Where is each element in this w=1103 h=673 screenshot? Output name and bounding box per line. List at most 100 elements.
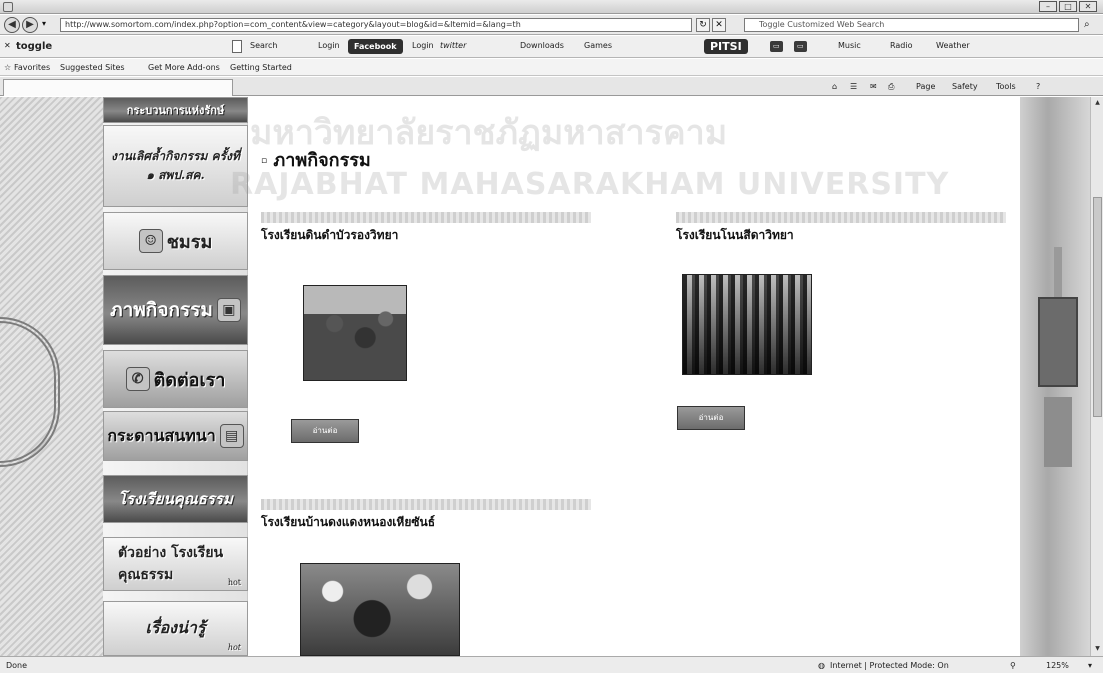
- games-menu[interactable]: Games: [584, 41, 612, 50]
- toolbar-search-dropdown[interactable]: [232, 40, 242, 53]
- article-meta: [261, 212, 591, 223]
- toolbar-pill-1[interactable]: ▭: [770, 41, 783, 52]
- weather-menu[interactable]: Weather: [936, 41, 970, 50]
- page-title: ▫ ภาพกิจกรรม: [261, 145, 371, 174]
- sidebar-item-contact[interactable]: ✆ ติดต่อเรา: [103, 350, 248, 408]
- page-title-text: ภาพกิจกรรม: [273, 150, 371, 171]
- stop-icon[interactable]: ✕: [712, 18, 726, 32]
- toggle-menu[interactable]: toggle: [16, 41, 52, 52]
- article-card: โรงเรียนดินดำบัวรองวิทยา: [261, 212, 591, 245]
- toolbar-close-icon[interactable]: ✕: [4, 41, 11, 50]
- temple-spire-graphic: [1054, 247, 1062, 297]
- mail-icon[interactable]: ✉: [870, 82, 877, 91]
- search-magnifier-icon[interactable]: ⌕: [1084, 19, 1090, 30]
- sidebar-item-moral-school[interactable]: โรงเรียนคุณธรรม: [103, 475, 248, 523]
- refresh-icon[interactable]: ↻: [696, 18, 710, 32]
- forward-arrow-icon[interactable]: ▶: [22, 17, 38, 33]
- sidebar-item-process[interactable]: กระบวนการแห่งรักษ์: [103, 97, 248, 123]
- active-tab[interactable]: [3, 79, 233, 96]
- article-title[interactable]: โรงเรียนดินดำบัวรองวิทยา: [261, 226, 591, 245]
- history-dropdown-icon[interactable]: ▾: [42, 19, 46, 28]
- radio-menu[interactable]: Radio: [890, 41, 912, 50]
- back-arrow-icon[interactable]: ◀: [4, 17, 20, 33]
- security-zone[interactable]: Internet | Protected Mode: On: [830, 661, 949, 670]
- read-more-button[interactable]: อ่านต่อ: [677, 406, 745, 430]
- downloads-menu[interactable]: Downloads: [520, 41, 564, 50]
- sidebar-item-example-school[interactable]: ตัวอย่าง โรงเรียนคุณธรรม hot: [103, 537, 248, 591]
- page-menu[interactable]: Page: [916, 82, 935, 91]
- sidebar-item-knowledge[interactable]: เรื่องน่ารู้ hot: [103, 601, 248, 656]
- main-content: ▫ ภาพกิจกรรม โรงเรียนดินดำบัวรองวิทยา อ่…: [249, 97, 1020, 656]
- article-card: โรงเรียนโนนสีดาวิทยา: [676, 212, 1006, 245]
- suggested-sites-link[interactable]: Suggested Sites: [60, 63, 125, 72]
- article-meta: [676, 212, 1006, 223]
- minimize-button[interactable]: –: [1039, 1, 1057, 12]
- sidebar-item-label: งานเลิศล้ำกิจกรรม ครั้งที่ ๑ สพป.สค.: [111, 149, 240, 182]
- facebook-button[interactable]: Facebook: [348, 39, 403, 54]
- maximize-button[interactable]: □: [1059, 1, 1077, 12]
- article-photo[interactable]: [682, 274, 812, 375]
- article-card: โรงเรียนบ้านดงแดงหนองเหียซันธ์: [261, 499, 591, 532]
- article-meta: [261, 499, 591, 510]
- favorites-star-icon[interactable]: ☆: [4, 63, 11, 72]
- tab-bar: ⌂ ☰ ✉ ⎙ Page Safety Tools ?: [0, 77, 1103, 96]
- sidebar-item-label: กระบวนการแห่งรักษ์: [126, 104, 225, 117]
- toolbar-pill-2[interactable]: ▭: [794, 41, 807, 52]
- toolbar-search-button[interactable]: Search: [250, 41, 277, 50]
- pitsi-button[interactable]: PITSI: [704, 39, 748, 54]
- right-decorative-border: [1020, 97, 1090, 656]
- left-decorative-border: [0, 97, 103, 656]
- temple-graphic: [1038, 297, 1078, 387]
- vertical-scrollbar[interactable]: ▲ ▼: [1090, 97, 1103, 656]
- hot-badge: hot: [227, 578, 241, 587]
- ornament-graphic: [0, 317, 60, 467]
- toggle-toolbar: ✕ toggle Search Login Facebook Login twi…: [0, 36, 1103, 58]
- sidebar-item-webboard[interactable]: กระดานสนทนา ▤: [103, 411, 248, 461]
- search-input[interactable]: Toggle Customized Web Search: [744, 18, 1079, 32]
- page-viewport: กระบวนการแห่งรักษ์ งานเลิศล้ำกิจกรรม ครั…: [0, 97, 1090, 656]
- article-title[interactable]: โรงเรียนบ้านดงแดงหนองเหียซันธ์: [261, 513, 591, 532]
- sidebar-item-label: กระดานสนทนา: [107, 425, 216, 445]
- article-title[interactable]: โรงเรียนโนนสีดาวิทยา: [676, 226, 1006, 245]
- print-icon[interactable]: ⎙: [888, 82, 894, 92]
- board-icon: ▤: [219, 424, 244, 448]
- zoom-icon[interactable]: ⚲: [1010, 661, 1016, 670]
- article-photo[interactable]: [303, 285, 407, 381]
- article-photo[interactable]: [300, 563, 460, 656]
- getting-started-link[interactable]: Getting Started: [230, 63, 292, 72]
- help-icon[interactable]: ?: [1036, 82, 1040, 91]
- get-more-addons-link[interactable]: Get More Add-ons: [148, 63, 220, 72]
- hot-badge: hot: [227, 643, 241, 652]
- sidebar-item-club[interactable]: ☺ ชมรม: [103, 212, 248, 270]
- sidebar-item-label: ชมรม: [166, 231, 213, 253]
- twitter-button[interactable]: twitter: [440, 41, 466, 50]
- window-controls: – □ ✕: [1039, 1, 1097, 12]
- toolbar-login-link[interactable]: Login: [318, 41, 340, 50]
- sidebar-item-contest[interactable]: งานเลิศล้ำกิจกรรม ครั้งที่ ๑ สพป.สค.: [103, 125, 248, 207]
- scroll-down-icon[interactable]: ▼: [1093, 645, 1102, 654]
- feeds-icon[interactable]: ☰: [850, 82, 857, 91]
- music-menu[interactable]: Music: [838, 41, 861, 50]
- url-input[interactable]: http://www.somortom.com/index.php?option…: [60, 18, 692, 32]
- address-buttons: ↻ ✕: [696, 18, 726, 32]
- safety-menu[interactable]: Safety: [952, 82, 978, 91]
- sidebar-item-label: ติดต่อเรา: [153, 369, 226, 391]
- globe-icon: ◍: [818, 661, 825, 670]
- facebook-login-link[interactable]: Login: [412, 41, 434, 50]
- photo-icon: ▣: [216, 298, 241, 322]
- address-bar: ◀ ▶ ▾ http://www.somortom.com/index.php?…: [0, 15, 1103, 35]
- temple-base-graphic: [1044, 397, 1072, 467]
- favorites-button[interactable]: Favorites: [14, 63, 50, 72]
- scrollbar-thumb[interactable]: [1093, 197, 1102, 417]
- scroll-up-icon[interactable]: ▲: [1093, 99, 1102, 108]
- zoom-dropdown-icon[interactable]: ▾: [1088, 661, 1092, 670]
- home-icon[interactable]: ⌂: [832, 82, 837, 91]
- sidebar-item-photos[interactable]: ภาพกิจกรรม ▣: [103, 275, 248, 345]
- zoom-level[interactable]: 125%: [1046, 661, 1069, 670]
- tools-menu[interactable]: Tools: [996, 82, 1016, 91]
- sidebar-item-label: โรงเรียนคุณธรรม: [118, 490, 233, 508]
- read-more-button[interactable]: อ่านต่อ: [291, 419, 359, 443]
- close-window-button[interactable]: ✕: [1079, 1, 1097, 12]
- phone-icon: ✆: [125, 367, 150, 391]
- window-titlebar: – □ ✕: [0, 0, 1103, 14]
